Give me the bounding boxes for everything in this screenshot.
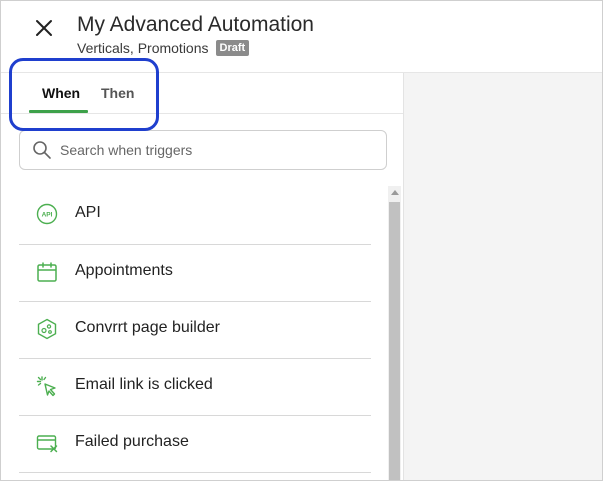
- active-tab-indicator: [29, 110, 88, 113]
- tab-bar: When Then: [1, 73, 403, 114]
- trigger-label: Appointments: [75, 262, 173, 279]
- trigger-label: Convrrt page builder: [75, 319, 220, 336]
- trigger-label: Failed purchase: [75, 433, 189, 450]
- search-input[interactable]: [60, 139, 370, 161]
- scroll-thumb[interactable]: [389, 202, 400, 480]
- failed-payment-icon: [36, 435, 58, 453]
- tab-then[interactable]: Then: [101, 85, 134, 101]
- trigger-panel: When Then API API: [1, 58, 403, 480]
- automation-editor: My Advanced Automation Verticals, Promot…: [0, 0, 603, 481]
- svg-text:API: API: [42, 212, 53, 219]
- automation-title[interactable]: My Advanced Automation: [77, 13, 314, 37]
- trigger-item-api[interactable]: API API: [19, 188, 371, 245]
- status-badge: Draft: [215, 40, 250, 56]
- header: My Advanced Automation Verticals, Promot…: [1, 1, 602, 73]
- trigger-item-email-link[interactable]: Email link is clicked: [19, 359, 371, 416]
- scrollbar[interactable]: [388, 186, 401, 480]
- close-icon[interactable]: [32, 16, 56, 40]
- search-field[interactable]: [19, 130, 387, 170]
- subtitle-row: Verticals, Promotions Draft: [77, 40, 250, 56]
- api-icon: API: [36, 203, 58, 225]
- canvas-area: [403, 73, 602, 480]
- tab-when[interactable]: When: [42, 85, 80, 101]
- trigger-item-convrrt[interactable]: Convrrt page builder: [19, 302, 371, 359]
- trigger-label: Email link is clicked: [75, 376, 213, 393]
- search-icon: [33, 141, 51, 159]
- automation-tags: Verticals, Promotions: [77, 40, 209, 56]
- calendar-icon: [37, 262, 57, 282]
- page-builder-icon: [37, 318, 57, 340]
- trigger-item-failed-purchase[interactable]: Failed purchase: [19, 416, 371, 473]
- trigger-list: API API Appointments Convrrt page builde…: [19, 188, 371, 480]
- cursor-click-icon: [36, 376, 56, 397]
- scroll-up-arrow-icon[interactable]: [391, 190, 399, 195]
- trigger-label: API: [75, 204, 101, 221]
- trigger-item-appointments[interactable]: Appointments: [19, 245, 371, 302]
